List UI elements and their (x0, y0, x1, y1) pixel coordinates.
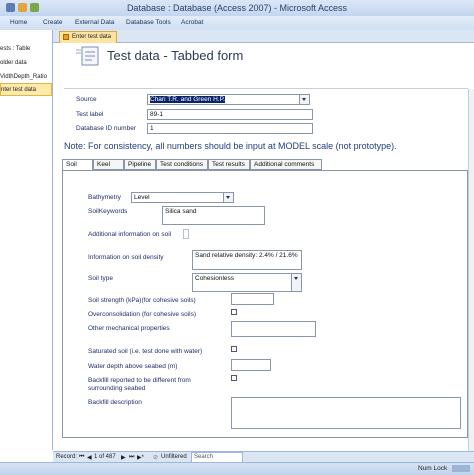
tab-test-conditions[interactable]: Test conditions (156, 159, 208, 170)
ribbon-tab-home[interactable]: Home (10, 19, 27, 26)
backfill-checkbox[interactable] (231, 375, 237, 381)
navigation-pane: ests : Table older data VidthDepth_Ratio… (0, 30, 53, 450)
backfill-description-field[interactable] (231, 397, 461, 429)
additional-info-label: Additional information on soil (88, 231, 172, 238)
backfill-label-line2: surrounding seabed (88, 385, 146, 392)
document-tab-label: Enter test data (72, 34, 112, 40)
water-depth-field[interactable] (231, 359, 271, 371)
scale-note: Note: For consistency, all numbers shoul… (64, 141, 397, 151)
other-properties-label: Other mechanical properties (88, 325, 170, 332)
ribbon-tab-acrobat[interactable]: Acrobat (181, 19, 203, 26)
filter-icon: ⊘ (153, 454, 159, 461)
next-record-icon[interactable]: ▶ (121, 454, 126, 461)
first-record-icon[interactable]: ⏮ (79, 454, 84, 461)
backfill-label-line1: Backfill reported to be different from (88, 377, 191, 384)
soil-keywords-label: SoilKeywords (88, 208, 128, 215)
document-tab-enter-test-data[interactable]: Enter test data (59, 31, 118, 43)
database-id-label: Database ID number (76, 125, 136, 132)
tab-pipeline[interactable]: Pipeline (124, 159, 156, 170)
vertical-scrollbar[interactable] (468, 89, 474, 451)
header-divider (64, 88, 468, 89)
ribbon-tab-external-data[interactable]: External Data (75, 19, 114, 26)
soil-density-label: Information on soil density (88, 254, 164, 261)
soil-type-value: Cohesionless (195, 275, 235, 282)
document-tab-strip: Enter test data (53, 30, 474, 43)
chevron-down-icon[interactable] (223, 193, 233, 202)
nav-item-enter-test-data[interactable]: nter test data (0, 83, 52, 96)
soil-density-value: Sand relative density: 2.4% / 21.6% (195, 252, 298, 259)
test-label-label: Test label (76, 111, 104, 118)
record-position[interactable]: 1 of 487 (94, 454, 116, 460)
filter-status[interactable]: Unfiltered (161, 454, 187, 460)
water-depth-label: Water depth above seabed (m) (88, 363, 178, 370)
nav-item-older-data[interactable]: older data (0, 57, 52, 70)
form-header-icon (76, 46, 99, 66)
soil-type-label: Soil type (88, 275, 113, 282)
database-id-field[interactable]: 1 (147, 123, 313, 134)
tab-additional-comments[interactable]: Additional comments (250, 159, 322, 170)
record-label: Record: (56, 453, 78, 460)
soil-density-field[interactable]: Sand relative density: 2.4% / 21.6% (192, 250, 302, 270)
additional-info-field[interactable] (183, 229, 189, 239)
previous-record-icon[interactable]: ◀ (87, 454, 92, 461)
soil-strength-field[interactable] (231, 293, 274, 305)
soil-strength-label: Soil strength (kPa)(for cohesive soils) (88, 297, 196, 304)
num-lock-indicator: Num Lock (418, 465, 448, 472)
source-combobox[interactable]: Chari T.R. and Green H.P. (147, 94, 310, 105)
last-record-icon[interactable]: ⏭ (129, 454, 134, 461)
chevron-down-icon[interactable] (291, 274, 301, 291)
saturated-label: Saturated soil (i.e. test done with wate… (88, 348, 203, 355)
ribbon-tab-database-tools[interactable]: Database Tools (126, 19, 171, 26)
title-bar: Database : Database (Access 2007) - Micr… (0, 0, 474, 17)
ribbon-tab-create[interactable]: Create (43, 19, 63, 26)
chevron-down-icon[interactable] (299, 95, 309, 104)
source-value: Chari T.R. and Green H.P. (150, 96, 225, 103)
form-icon (63, 34, 69, 40)
form-title: Test data - Tabbed form (107, 48, 244, 63)
status-bar: Num Lock (0, 462, 474, 475)
test-label-field[interactable]: 89-1 (147, 109, 313, 120)
bathymetry-value: Level (134, 194, 150, 201)
other-properties-field[interactable] (231, 321, 316, 337)
soil-keywords-field[interactable]: Silica sand (162, 206, 265, 225)
window-title: Database : Database (Access 2007) - Micr… (126, 3, 348, 13)
soil-type-combobox[interactable]: Cohesionless (192, 273, 302, 292)
nav-item-tests-table[interactable]: ests : Table (0, 43, 52, 56)
tab-test-results[interactable]: Test results (208, 159, 250, 170)
overconsolidation-checkbox[interactable] (231, 309, 237, 315)
view-switcher-icons[interactable] (452, 465, 470, 472)
bathymetry-combobox[interactable]: Level (131, 192, 234, 203)
overconsolidation-label: Overconsolidation (for cohesive soils) (88, 311, 197, 318)
tab-keel[interactable]: Keel (93, 159, 124, 170)
new-record-icon[interactable]: ▶* (137, 454, 144, 461)
search-placeholder: Search (194, 453, 214, 460)
source-label: Source (76, 96, 97, 103)
saturated-checkbox[interactable] (231, 346, 237, 352)
form-tab-strip: Soil Keel Pipeline Test conditions Test … (62, 159, 468, 171)
backfill-description-label: Backfill description (88, 399, 142, 406)
bathymetry-label: Bathymetry (88, 194, 121, 201)
ribbon-tab-bar: Home Create External Data Database Tools… (0, 16, 474, 31)
